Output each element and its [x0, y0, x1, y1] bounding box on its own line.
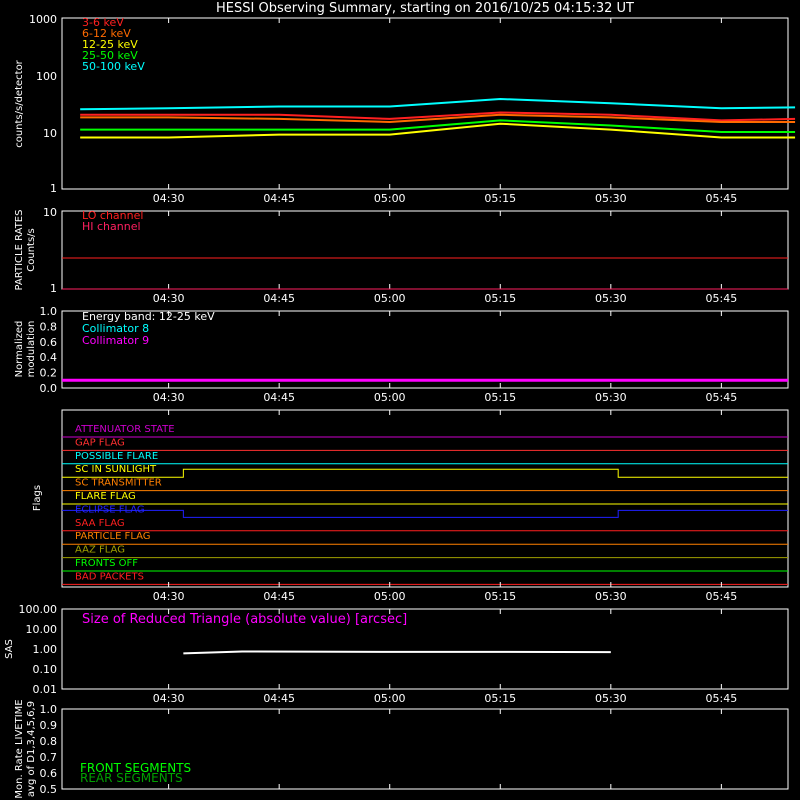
counts-ylabel: counts/s/detector	[14, 59, 25, 147]
flag-label-1: GAP FLAG	[75, 437, 125, 448]
modulation-ylabel-2: modulation	[26, 321, 37, 378]
modulation-ytick-1.0: 1.0	[40, 305, 58, 318]
flag-line-6	[62, 509, 788, 518]
time-label-04:30-p4: 04:30	[153, 692, 185, 705]
livetime-ytick-0.7: 0.7	[40, 751, 58, 764]
particle-legend-hi: HI channel	[82, 220, 141, 233]
modulation-ytick-0.6: 0.6	[40, 336, 58, 349]
time-label-04:45-p3: 04:45	[263, 590, 295, 603]
flag-label-8: PARTICLE FLAG	[75, 531, 151, 542]
counts-ytick-10: 10	[43, 127, 57, 140]
flag-label-7: SAA FLAG	[75, 518, 125, 529]
flag-label-11: BAD PACKETS	[75, 571, 144, 582]
chart-title: HESSI Observing Summary, starting on 201…	[216, 1, 634, 16]
flag-label-0: ATTENUATOR STATE	[75, 424, 175, 435]
livetime-legend-rear: REAR SEGMENTS	[80, 771, 183, 785]
time-label-05:00-p0: 05:00	[374, 192, 406, 205]
particle-ytick-10: 10	[43, 206, 57, 219]
livetime-ytick-0.6: 0.6	[40, 767, 58, 780]
time-label-04:45-p0: 04:45	[263, 192, 295, 205]
livetime-ytick-0.5: 0.5	[40, 783, 58, 796]
particle-ylabel-1: PARTICLE RATES	[14, 210, 25, 291]
livetime-ytick-0.8: 0.8	[40, 735, 58, 748]
counts-ytick-100: 100	[36, 70, 57, 83]
particle-ylabel-2: Counts/s	[26, 228, 37, 272]
modulation-ylabel-1: Normalized	[14, 321, 25, 378]
sas-ylabel: SAS	[4, 639, 15, 659]
time-label-05:15-p3: 05:15	[484, 590, 516, 603]
sas-series-line	[183, 650, 611, 655]
livetime-ylabel-2: avg of D1,3,4,5,6,9	[26, 701, 37, 797]
time-label-05:45-p1: 05:45	[706, 292, 738, 305]
time-label-05:00-p1: 05:00	[374, 292, 406, 305]
modulation-ytick-0.2: 0.2	[40, 367, 58, 380]
flag-label-3: SC IN SUNLIGHT	[75, 464, 157, 475]
sas-ytick-1.00: 1.00	[33, 643, 58, 656]
sas-ytick-10.00: 10.00	[26, 623, 58, 636]
time-label-05:00-p3: 05:00	[374, 590, 406, 603]
sas-ytick-0.01: 0.01	[33, 683, 58, 696]
particle-ytick-1: 1	[50, 282, 57, 295]
flag-label-10: FRONTS OFF	[75, 558, 138, 569]
counts-series-4	[80, 97, 796, 111]
modulation-legend-c9: Collimator 9	[82, 334, 149, 347]
time-label-05:30-p4: 05:30	[595, 692, 627, 705]
time-label-05:15-p4: 05:15	[484, 692, 516, 705]
modulation-ytick-0.8: 0.8	[40, 320, 58, 333]
time-label-04:30-p2: 04:30	[153, 391, 185, 404]
time-label-04:45-p2: 04:45	[263, 391, 295, 404]
flag-label-4: SC TRANSMITTER	[75, 478, 162, 489]
time-label-05:15-p1: 05:15	[484, 292, 516, 305]
time-label-04:45-p4: 04:45	[263, 692, 295, 705]
hessi-summary-chart: HESSI Observing Summary, starting on 201…	[4, 1, 796, 799]
time-label-05:45-p4: 05:45	[706, 692, 738, 705]
modulation-ytick-0.0: 0.0	[40, 382, 58, 395]
counts-legend-50-100: 50-100 keV	[82, 60, 145, 73]
counts-ytick-1000: 1000	[29, 13, 57, 26]
flag-line-3	[62, 468, 788, 478]
time-label-05:45-p3: 05:45	[706, 590, 738, 603]
time-label-05:30-p0: 05:30	[595, 192, 627, 205]
livetime-ytick-1.0: 1.0	[40, 703, 58, 716]
flag-label-5: FLARE FLAG	[75, 491, 136, 502]
livetime-ytick-0.9: 0.9	[40, 719, 58, 732]
sas-ytick-100.00: 100.00	[19, 603, 58, 616]
time-label-05:30-p1: 05:30	[595, 292, 627, 305]
time-label-05:00-p2: 05:00	[374, 391, 406, 404]
time-label-05:15-p0: 05:15	[484, 192, 516, 205]
time-label-05:30-p3: 05:30	[595, 590, 627, 603]
time-label-04:30-p0: 04:30	[153, 192, 185, 205]
flag-label-2: POSSIBLE FLARE	[75, 451, 158, 462]
time-label-05:15-p2: 05:15	[484, 391, 516, 404]
time-label-05:45-p0: 05:45	[706, 192, 738, 205]
flag-label-9: AAZ FLAG	[75, 545, 125, 556]
counts-ytick-1: 1	[50, 182, 57, 195]
sas-ytick-0.10: 0.10	[33, 663, 58, 676]
time-label-05:30-p2: 05:30	[595, 391, 627, 404]
livetime-ylabel-1: Mon. Rate LIVETIME	[14, 699, 25, 798]
time-label-05:00-p4: 05:00	[374, 692, 406, 705]
particle-panel-frame	[61, 210, 789, 290]
time-label-05:45-p2: 05:45	[706, 391, 738, 404]
time-label-04:45-p1: 04:45	[263, 292, 295, 305]
time-label-04:30-p1: 04:30	[153, 292, 185, 305]
sas-legend: Size of Reduced Triangle (absolute value…	[82, 612, 407, 627]
flags-ylabel: Flags	[32, 485, 43, 511]
time-label-04:30-p3: 04:30	[153, 590, 185, 603]
modulation-ytick-0.4: 0.4	[40, 351, 58, 364]
